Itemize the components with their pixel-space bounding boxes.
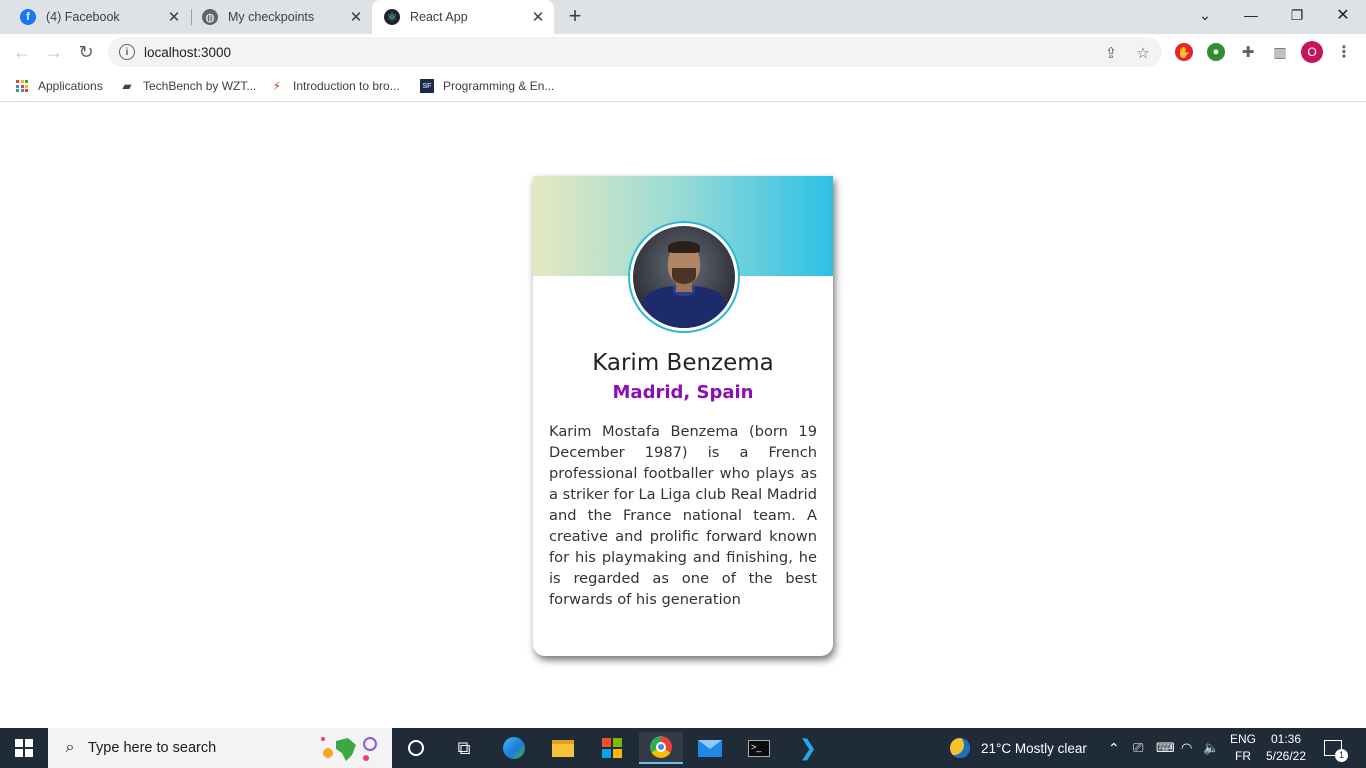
address-bar[interactable]: i localhost:3000 ⇪ ☆ [108, 37, 1162, 67]
edge-browser-icon[interactable] [492, 732, 536, 764]
profile-location: Madrid, Spain [612, 382, 754, 403]
bookmark-label: TechBench by WZT... [143, 79, 257, 93]
apps-grid-icon [15, 79, 29, 93]
taskbar-search-box[interactable]: ⌕ Type here to search [48, 728, 392, 768]
bookmark-label: Programming & En... [443, 79, 555, 93]
notification-icon: 1 [1324, 740, 1348, 762]
bookmark-techbench[interactable]: ▰ TechBench by WZT... [120, 76, 256, 96]
adblock-extension-icon[interactable]: ✋ [1175, 43, 1193, 61]
weather-text: 21°C Mostly clear [981, 740, 1087, 756]
extensions-puzzle-icon[interactable]: ✚ [1239, 43, 1257, 61]
share-icon[interactable]: ⇪ [1102, 44, 1120, 62]
notification-count-badge: 1 [1335, 749, 1348, 762]
avatar-ring [628, 221, 740, 333]
profile-name: Karim Benzema [592, 350, 774, 376]
windows-logo-icon [15, 739, 33, 757]
search-highlight-icon [321, 737, 377, 761]
new-tab-button[interactable]: + [562, 5, 588, 29]
profile-bio: Karim Mostafa Benzema (born 19 December … [549, 423, 817, 608]
clock-time: 01:36 [1270, 732, 1302, 746]
language-indicator[interactable]: ENG FR [1228, 731, 1258, 765]
bookmark-programming[interactable]: SF Programming & En... [420, 76, 554, 96]
back-button[interactable]: ← [8, 38, 36, 66]
tab-title: (4) Facebook [46, 10, 120, 24]
weather-widget[interactable]: 21°C Mostly clear [950, 728, 1087, 768]
techbench-icon: ▰ [122, 79, 132, 93]
browser-toolbar: ← → ↻ i localhost:3000 ⇪ ☆ ✋ ● ✚ ▥ O ⋮ [0, 34, 1366, 70]
tab-react-app[interactable]: ⚛ React App ✕ [372, 0, 554, 34]
bookmark-label: Introduction to bro... [293, 79, 400, 93]
show-hidden-icons-chevron[interactable]: ⌃ [1108, 728, 1120, 768]
profile-avatar[interactable]: O [1301, 41, 1323, 63]
vscode-icon[interactable]: ❯ [786, 732, 830, 764]
microsoft-store-icon[interactable] [590, 732, 634, 764]
tab-title: React App [410, 10, 468, 24]
wifi-icon[interactable]: ◠ [1181, 728, 1192, 768]
bookmark-applications[interactable]: Applications [15, 76, 103, 96]
clock-date: 5/26/22 [1265, 749, 1307, 763]
search-icon: ⌕ [65, 739, 75, 756]
forward-button[interactable]: → [40, 38, 68, 66]
terminal-icon[interactable]: >_ [737, 732, 781, 764]
keyboard-layout: FR [1235, 749, 1251, 763]
reload-button[interactable]: ↻ [72, 38, 100, 66]
tab-title: My checkpoints [228, 10, 315, 24]
sf-icon: SF [420, 79, 434, 93]
tower-icon: ⚡ [272, 79, 282, 93]
language-code: ENG [1229, 732, 1256, 746]
close-tab-icon[interactable]: ✕ [164, 7, 184, 27]
start-button[interactable] [0, 728, 48, 768]
close-window-button[interactable]: ✕ [1320, 0, 1366, 30]
input-method-icon[interactable]: ⌨ [1156, 728, 1175, 768]
react-icon: ⚛ [384, 9, 400, 25]
tab-my-checkpoints[interactable]: ◍ My checkpoints ✕ [190, 0, 372, 34]
bookmark-star-icon[interactable]: ☆ [1134, 44, 1152, 62]
file-explorer-icon[interactable] [541, 732, 585, 764]
notification-center-button[interactable]: 1 [1324, 728, 1348, 768]
profile-card: Karim Benzema Madrid, Spain Karim Mostaf… [533, 176, 833, 656]
bookmark-label: Applications [38, 79, 103, 93]
globe-icon: ◍ [202, 9, 218, 25]
side-panel-icon[interactable]: ▥ [1271, 43, 1289, 61]
bookmark-introduction[interactable]: ⚡ Introduction to bro... [270, 76, 400, 96]
weather-moon-icon [950, 738, 970, 758]
minimize-button[interactable]: — [1228, 0, 1274, 30]
tab-search-chevron-icon[interactable]: ⌄ [1182, 0, 1228, 30]
tab-facebook[interactable]: f (4) Facebook ✕ [8, 0, 190, 34]
menu-kebab-icon[interactable]: ⋮ [1335, 43, 1353, 61]
restore-button[interactable]: ❐ [1274, 0, 1320, 30]
url-text[interactable]: localhost:3000 [144, 45, 231, 60]
system-clock[interactable]: 01:36 5/26/22 [1260, 731, 1312, 765]
bookmarks-bar: Applications ▰ TechBench by WZT... ⚡ Int… [0, 70, 1366, 102]
task-view-icon[interactable]: ⧉ [442, 732, 486, 764]
close-tab-icon[interactable]: ✕ [346, 7, 366, 27]
meet-now-icon[interactable]: ⎚ [1133, 728, 1143, 768]
close-tab-icon[interactable]: ✕ [528, 7, 548, 27]
facebook-icon: f [20, 9, 36, 25]
taskbar: ⌕ Type here to search ⧉ >_ ❯ 21°C Mostly… [0, 728, 1366, 768]
tab-strip: f (4) Facebook ✕ ◍ My checkpoints ✕ ⚛ Re… [0, 0, 1366, 34]
site-info-icon[interactable]: i [119, 44, 135, 60]
volume-icon[interactable]: 🔈 [1203, 728, 1219, 768]
chrome-icon[interactable] [639, 732, 683, 764]
mail-icon[interactable] [688, 732, 732, 764]
search-placeholder: Type here to search [88, 740, 217, 756]
avatar [633, 226, 735, 328]
globe-extension-icon[interactable]: ● [1207, 43, 1225, 61]
cortana-icon[interactable] [394, 732, 438, 764]
